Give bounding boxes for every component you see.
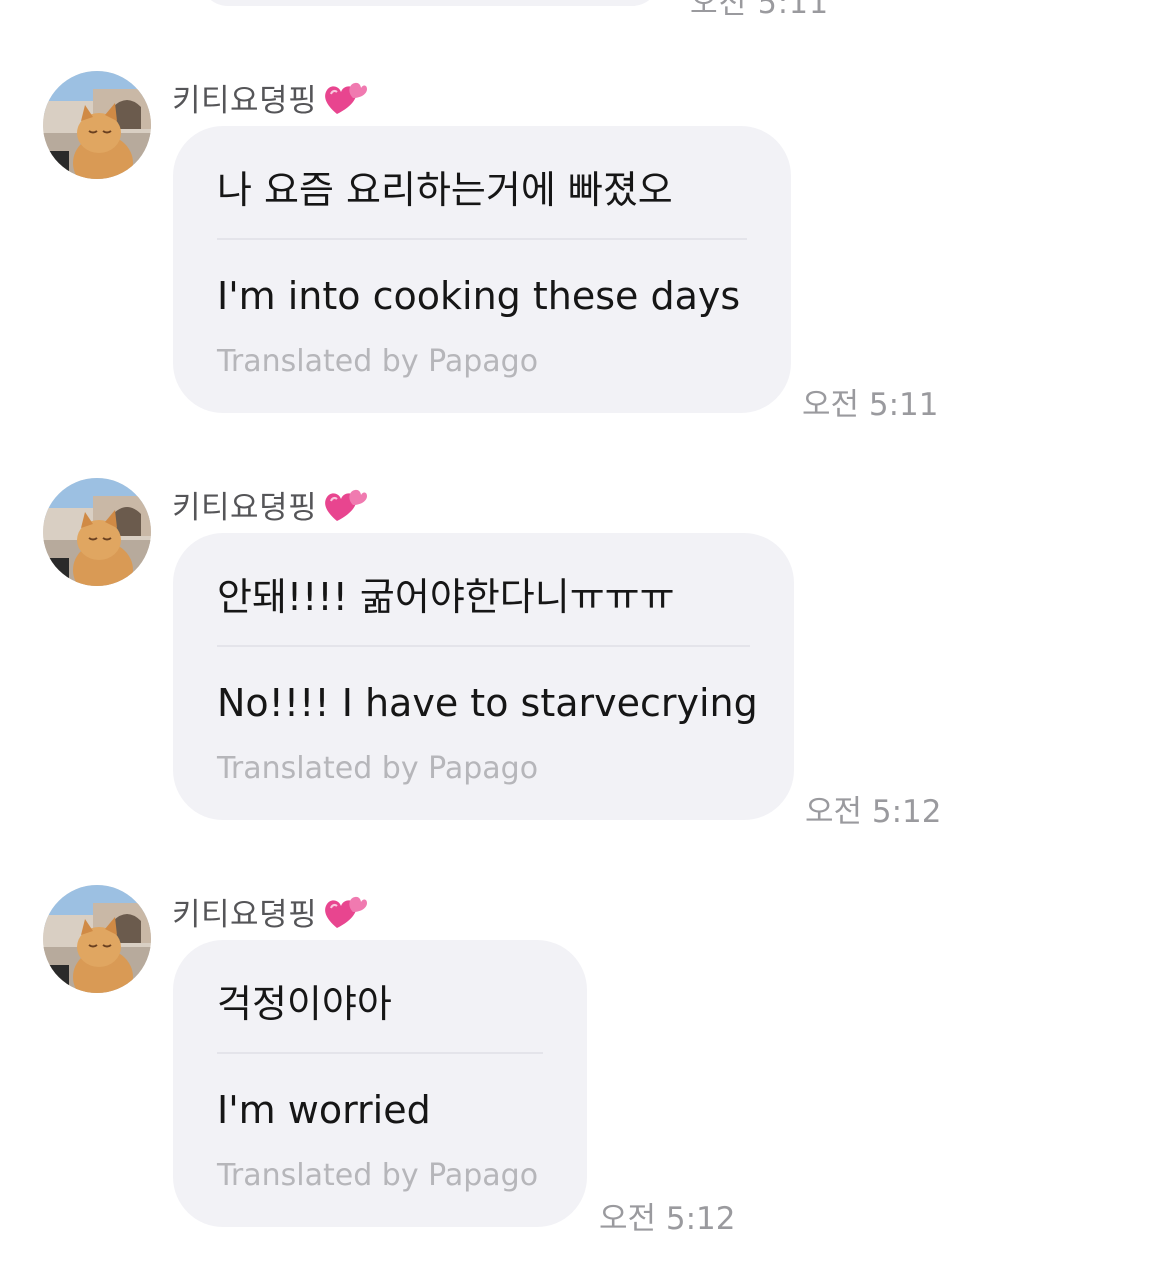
cat-avatar-icon[interactable] <box>43 71 151 179</box>
translated-text: I'm into cooking these days <box>217 274 741 318</box>
message-time: 오전 5:12 <box>805 794 942 830</box>
message-bubble[interactable]: 걱정이야아 I'm worried Translated by Papago <box>173 940 587 1227</box>
two-hearts-icon <box>323 485 368 525</box>
message-time: 오전 5:12 <box>599 1201 736 1237</box>
translation-credit: Translated by Papago <box>217 344 539 379</box>
translated-text: I'm worried <box>217 1088 431 1132</box>
previous-message-bubble <box>200 0 660 6</box>
original-text: 나 요즘 요리하는거에 빠졌오 <box>217 168 673 212</box>
sender-name: 키티요뎡핑 <box>172 897 318 933</box>
translation-divider <box>217 645 750 647</box>
message-bubble[interactable]: 안돼!!!! 굶어야한다니ㅠㅠㅠ No!!!! I have to starve… <box>173 533 794 820</box>
cat-avatar-icon[interactable] <box>43 478 151 586</box>
translated-text: No!!!! I have to starvecrying <box>217 681 758 725</box>
sender-header: 키티요뎡핑 <box>172 75 368 120</box>
sender-name: 키티요뎡핑 <box>172 83 318 119</box>
two-hearts-icon <box>323 78 368 118</box>
original-text: 걱정이야아 <box>217 982 392 1026</box>
message-bubble[interactable]: 나 요즘 요리하는거에 빠졌오 I'm into cooking these d… <box>173 126 791 413</box>
sender-name: 키티요뎡핑 <box>172 490 318 526</box>
translation-divider <box>217 238 747 240</box>
translation-divider <box>217 1052 543 1054</box>
translation-credit: Translated by Papago <box>217 1158 539 1193</box>
cat-avatar-icon[interactable] <box>43 885 151 993</box>
sender-header: 키티요뎡핑 <box>172 889 368 934</box>
two-hearts-icon <box>323 892 368 932</box>
previous-message-time: 오전 5:11 <box>690 0 830 21</box>
translation-credit: Translated by Papago <box>217 751 539 786</box>
message-time: 오전 5:11 <box>802 387 939 423</box>
original-text: 안돼!!!! 굶어야한다니ㅠㅠㅠ <box>217 575 675 619</box>
sender-header: 키티요뎡핑 <box>172 482 368 527</box>
